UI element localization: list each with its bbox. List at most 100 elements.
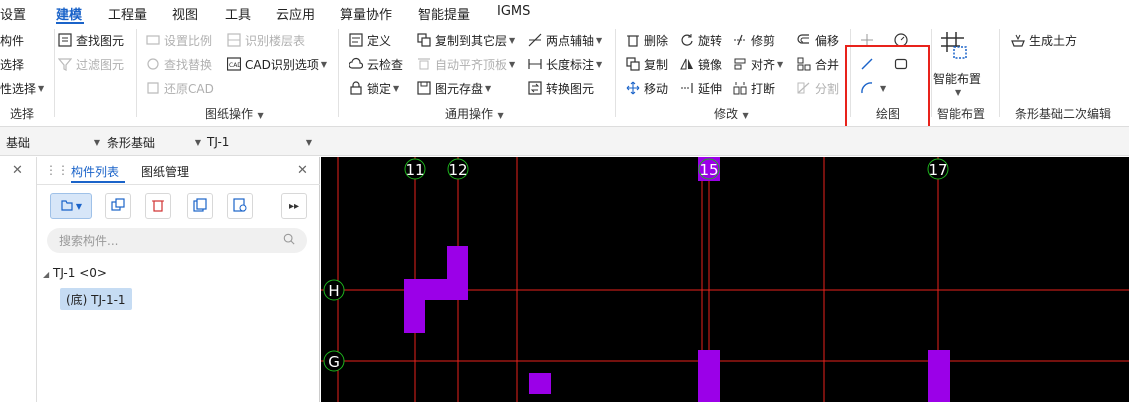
identify-floor-table-button[interactable]: 识别楼层表: [227, 30, 305, 50]
menu-settings[interactable]: 设置: [0, 4, 26, 23]
component-name-dropdown[interactable]: TJ-1 ▼: [207, 133, 312, 151]
set-scale-label: 设置比例: [164, 33, 213, 48]
menu-igms[interactable]: IGMS: [497, 4, 530, 19]
settings-icon: [233, 197, 247, 215]
mirror-label: 镜像: [698, 57, 723, 72]
rotate-button[interactable]: 旋转: [680, 30, 722, 50]
component-type-dropdown[interactable]: 条形基础 ▼: [107, 133, 201, 151]
menu-tools[interactable]: 工具: [225, 4, 251, 23]
trim-button[interactable]: 修剪: [733, 30, 775, 50]
mirror-button[interactable]: 镜像: [680, 54, 722, 74]
chevron-down-icon: ▼: [305, 137, 312, 147]
identify-floor-table-label: 识别楼层表: [245, 33, 306, 48]
auto-align-top-label: 自动平齐顶板: [435, 57, 508, 72]
foundation-element: [529, 373, 551, 394]
search-input[interactable]: 搜索构件...: [47, 228, 307, 253]
group-divider: [615, 29, 616, 117]
delete-component-button[interactable]: [145, 193, 171, 219]
select-button[interactable]: 选择: [0, 54, 24, 74]
save-elements-button[interactable]: 图元存盘 ▼: [417, 78, 491, 98]
menu-modeling[interactable]: 建模: [56, 4, 82, 23]
layer-copy-button[interactable]: [187, 193, 213, 219]
axis-label-17: 17: [928, 161, 947, 179]
group-label-drawing-ops: 图纸操作 ▼: [205, 105, 264, 122]
group-divider: [338, 29, 339, 117]
menu-bar: 设置 建模 工程量 视图 工具 云应用 算量协作 智能提量 IGMS: [0, 0, 1129, 25]
group-label-common-ops: 通用操作 ▼: [445, 105, 504, 122]
modify-label: 修改: [714, 107, 739, 121]
menu-quantity[interactable]: 工程量: [108, 4, 147, 23]
two-point-axis-button[interactable]: 两点辅轴 ▼: [528, 30, 602, 50]
copy-to-other-floor-label: 复制到其它层: [435, 33, 508, 48]
delete-button[interactable]: 删除: [626, 30, 668, 50]
tree-node-child-selected[interactable]: (底) TJ-1-1: [60, 288, 132, 310]
move-button[interactable]: 移动: [626, 78, 668, 98]
cloud-check-icon: [349, 57, 363, 71]
component-button[interactable]: 构件: [0, 30, 24, 50]
restore-cad-icon: [146, 81, 160, 95]
close-icon[interactable]: ✕: [12, 163, 23, 178]
align-button[interactable]: 对齐 ▼: [733, 54, 783, 74]
cloud-check-button[interactable]: 云检查: [349, 54, 403, 74]
auto-align-top-button[interactable]: 自动平齐顶板 ▼: [417, 54, 515, 74]
menu-smart-extract[interactable]: 智能提量: [418, 4, 470, 23]
tab-drawing-management[interactable]: 图纸管理: [141, 163, 189, 180]
attr-select-button[interactable]: 性选择 ▼: [0, 78, 44, 98]
group-label-modify: 修改 ▼: [714, 105, 749, 122]
set-scale-button[interactable]: 设置比例: [146, 30, 212, 50]
filter-element-button[interactable]: 过滤图元: [58, 54, 124, 74]
restore-cad-button[interactable]: 还原CAD: [146, 78, 214, 98]
break-button[interactable]: 打断: [733, 78, 775, 98]
tree-node-parent[interactable]: ◢ TJ-1 <0>: [43, 266, 107, 280]
group-divider: [136, 29, 137, 117]
find-element-button[interactable]: 查找图元: [58, 30, 124, 50]
copy-button[interactable]: 复制: [626, 54, 668, 74]
expand-more-button[interactable]: ▸▸: [281, 193, 307, 219]
property-bar: 基础 ▼ 条形基础 ▼ TJ-1 ▼: [0, 126, 1129, 156]
convert-icon: [528, 81, 542, 95]
new-component-button[interactable]: ▼: [50, 193, 92, 219]
copy-component-button[interactable]: [105, 193, 131, 219]
length-dimension-button[interactable]: 长度标注 ▼: [528, 54, 602, 74]
copy-to-other-floor-button[interactable]: 复制到其它层 ▼: [417, 30, 515, 50]
group-label-select: 选择: [10, 107, 35, 121]
menu-view[interactable]: 视图: [172, 4, 198, 23]
svg-text:CAD: CAD: [229, 62, 241, 69]
split-button[interactable]: 分割: [797, 78, 839, 98]
two-point-axis-icon: [528, 33, 542, 47]
generate-earthwork-label: 生成土方: [1029, 33, 1078, 48]
tab-component-list[interactable]: 构件列表: [71, 163, 119, 180]
search-icon[interactable]: [283, 233, 295, 248]
canvas-svg: 11 12 15 17 H G: [321, 157, 1129, 402]
merge-button[interactable]: 合并: [797, 54, 839, 74]
smart-layout-button[interactable]: 智能布置 ▼: [933, 30, 991, 102]
drawing-canvas[interactable]: 11 12 15 17 H G: [321, 157, 1129, 402]
move-label: 移动: [644, 81, 669, 96]
active-tab-indicator: [71, 181, 125, 183]
cad-options-button[interactable]: CAD CAD识别选项 ▼: [227, 54, 327, 74]
trash-icon: [151, 198, 165, 215]
extend-button[interactable]: 延伸: [680, 78, 722, 98]
menu-cloud[interactable]: 云应用: [276, 4, 315, 23]
drag-handle-icon[interactable]: ⋮⋮: [45, 163, 69, 177]
smart-layout-icon: [938, 30, 968, 60]
offset-button[interactable]: 偏移: [797, 30, 839, 50]
smart-layout-label: 智能布置: [933, 72, 982, 86]
find-replace-button[interactable]: 查找替换: [146, 54, 212, 74]
convert-element-button[interactable]: 转换图元: [528, 78, 594, 98]
earthwork-icon: [1011, 33, 1025, 47]
attr-select-label: 性选择: [0, 81, 37, 96]
close-icon[interactable]: ✕: [297, 163, 308, 178]
menu-collab[interactable]: 算量协作: [340, 4, 392, 23]
chevron-down-icon[interactable]: ◢: [43, 270, 49, 279]
define-button[interactable]: 定义: [349, 30, 391, 50]
floor-type-dropdown[interactable]: 基础 ▼: [6, 133, 100, 151]
chevron-down-icon: ▼: [509, 35, 516, 45]
chevron-down-icon: ▼: [38, 83, 45, 93]
break-icon: [733, 81, 747, 95]
generate-earthwork-button[interactable]: 生成土方: [1011, 30, 1077, 50]
merge-label: 合并: [815, 57, 840, 72]
chevron-down-icon: ▼: [596, 59, 603, 69]
component-settings-button[interactable]: [227, 193, 253, 219]
lock-button[interactable]: 锁定 ▼: [349, 78, 399, 98]
